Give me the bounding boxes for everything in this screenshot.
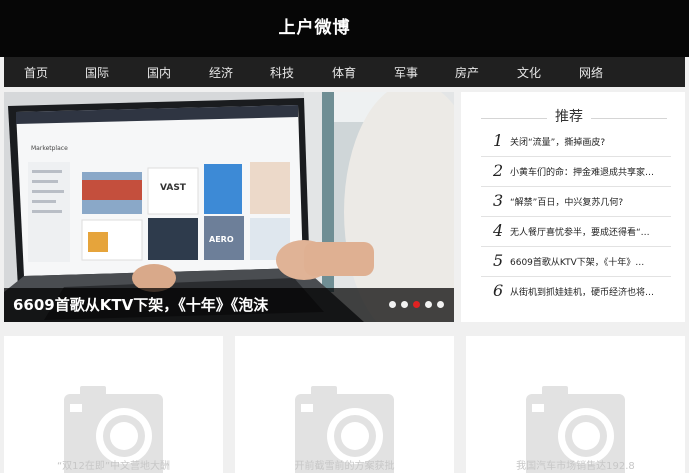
recommend-item-link[interactable]: 从街机到抓娃娃机，硬币经济也将…: [510, 285, 668, 298]
main-nav: 首页 国际 国内 经济 科技 体育 军事 房产 文化 网络: [4, 57, 685, 87]
news-card[interactable]: 开前截雪前的方案获批: [235, 336, 454, 473]
recommend-item-number: 5: [493, 251, 504, 270]
featured-slider[interactable]: Marketplace VAST AERO 6609首歌从KTV下架，《十年》《…: [4, 92, 454, 322]
news-card[interactable]: “双12在即”中文营地大酬: [4, 336, 223, 473]
screen-tile-vast: VAST: [160, 183, 187, 193]
nav-item-network[interactable]: 网络: [564, 64, 618, 81]
camera-placeholder-icon: [526, 386, 625, 473]
recommend-title: 推荐: [547, 106, 591, 126]
slider-caption[interactable]: 6609首歌从KTV下架，《十年》《泡沫: [13, 294, 268, 315]
recommend-item-link[interactable]: 6609首歌从KTV下架，《十年》…: [510, 255, 668, 268]
camera-placeholder-icon: [64, 386, 163, 473]
recommend-item-number: 6: [493, 281, 504, 300]
recommend-item-number: 2: [493, 161, 504, 180]
recommend-item[interactable]: 2 小黄车们的命：押金难退成共享家…: [481, 157, 671, 187]
nav-item-international[interactable]: 国际: [70, 64, 124, 81]
recommend-item-number: 3: [493, 191, 504, 210]
slider-dot[interactable]: [437, 301, 444, 308]
slider-dot[interactable]: [401, 301, 408, 308]
recommend-item[interactable]: 3 “解禁”百日，中兴复苏几何?: [481, 187, 671, 217]
slider-dot[interactable]: [425, 301, 432, 308]
screen-tile-aero: AERO: [209, 235, 234, 244]
site-title[interactable]: 上户微博: [0, 13, 629, 38]
nav-item-culture[interactable]: 文化: [502, 64, 556, 81]
nav-item-economy[interactable]: 经济: [194, 64, 248, 81]
nav-item-home[interactable]: 首页: [9, 64, 63, 81]
nav-item-domestic[interactable]: 国内: [132, 64, 186, 81]
news-card-title[interactable]: 我国汽车市场销售达192.8: [466, 457, 685, 472]
screen-heading: Marketplace: [31, 145, 68, 152]
recommend-item-number: 4: [493, 221, 504, 240]
news-card-title[interactable]: “双12在即”中文营地大酬: [4, 457, 223, 472]
recommend-item[interactable]: 5 6609首歌从KTV下架，《十年》…: [481, 247, 671, 277]
slider-caption-bar: 6609首歌从KTV下架，《十年》《泡沫: [4, 288, 454, 322]
news-card-title[interactable]: 开前截雪前的方案获批: [235, 457, 454, 472]
recommend-item-link[interactable]: 无人餐厅喜忧参半，要成还得看“…: [510, 225, 668, 238]
recommend-item-link[interactable]: 关闭“流量”，撕掉画皮?: [510, 135, 668, 148]
recommend-item-link[interactable]: 小黄车们的命：押金难退成共享家…: [510, 165, 668, 178]
recommend-item-link[interactable]: “解禁”百日，中兴复苏几何?: [510, 195, 668, 208]
slider-dots: [389, 301, 444, 308]
recommend-panel: 推荐 1 关闭“流量”，撕掉画皮? 2 小黄车们的命：押金难退成共享家… 3 “…: [461, 92, 685, 322]
recommend-item[interactable]: 1 关闭“流量”，撕掉画皮?: [481, 127, 671, 157]
nav-item-sports[interactable]: 体育: [317, 64, 371, 81]
site-header: 上户微博: [0, 0, 689, 57]
recommend-item[interactable]: 6 从街机到抓娃娃机，硬币经济也将…: [481, 277, 671, 307]
slider-dot-active[interactable]: [413, 301, 420, 308]
slider-dot[interactable]: [389, 301, 396, 308]
recommend-item-number: 1: [493, 131, 504, 150]
camera-placeholder-icon: [295, 386, 394, 473]
nav-item-military[interactable]: 军事: [379, 64, 433, 81]
recommend-item[interactable]: 4 无人餐厅喜忧参半，要成还得看“…: [481, 217, 671, 247]
nav-item-tech[interactable]: 科技: [255, 64, 309, 81]
news-card[interactable]: 我国汽车市场销售达192.8: [466, 336, 685, 473]
nav-item-realestate[interactable]: 房产: [440, 64, 494, 81]
